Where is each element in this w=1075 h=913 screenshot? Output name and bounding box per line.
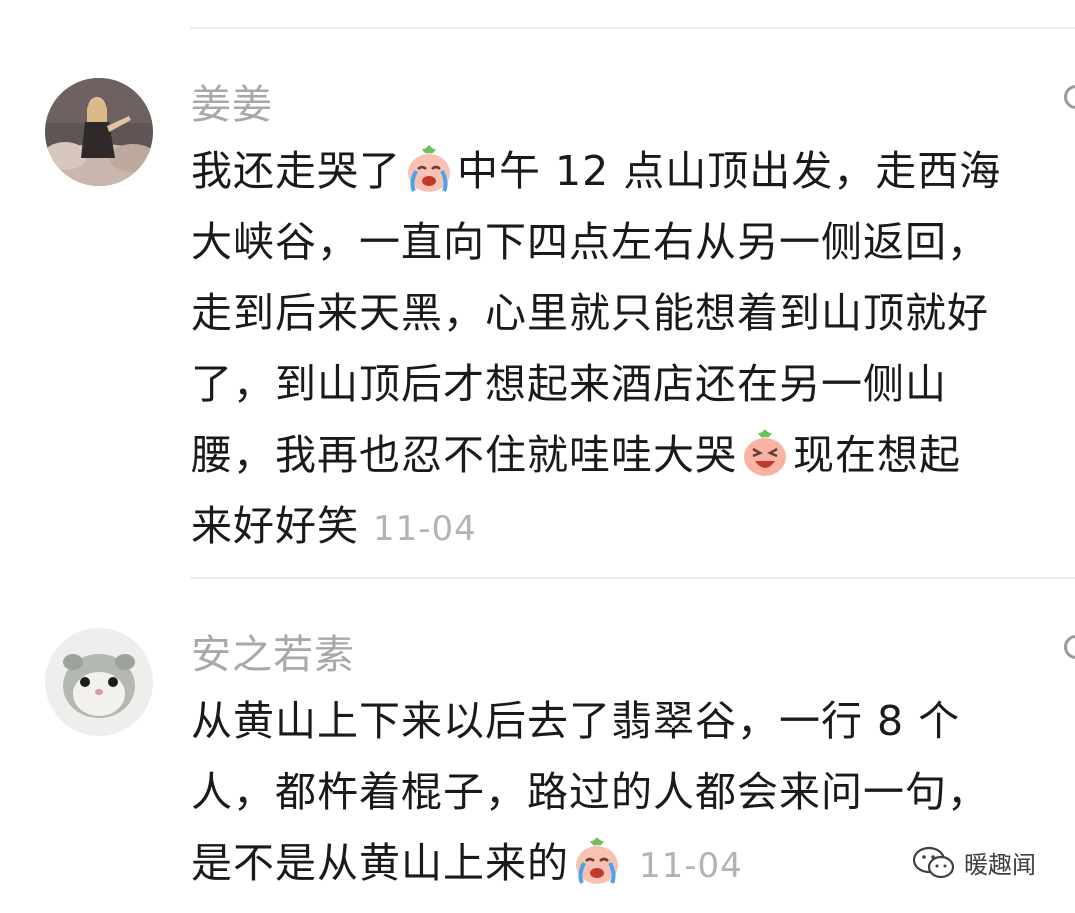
username[interactable]: 姜姜 xyxy=(191,79,273,131)
text-segment: 是不是从黄山上来的 xyxy=(191,839,569,887)
laughing-peach-emoji xyxy=(738,425,792,479)
text-segment: 我还走哭了 xyxy=(191,147,401,195)
comment-timestamp: 11-04 xyxy=(639,846,743,886)
text-segment: 现在想起 xyxy=(793,431,961,479)
comment-line: 走到后来天黑，心里就只能想着到山顶就好 xyxy=(191,289,989,337)
user-photo-woman-sitting-icon xyxy=(45,78,153,186)
watermark: 暖趣闻 xyxy=(912,845,1036,880)
comment-line: 了，到山顶后才想起来酒店还在另一侧山 xyxy=(191,360,947,408)
user-avatar[interactable] xyxy=(45,78,153,186)
user-avatar[interactable] xyxy=(45,628,153,736)
comment-line: 人，都杵着棍子，路过的人都会来问一句， xyxy=(191,768,989,816)
comment-line: 腰，我再也忍不住就哇哇大哭 现在想起 xyxy=(191,420,1036,491)
crying-peach-emoji xyxy=(402,141,456,195)
wechat-official-account-icon xyxy=(912,846,955,878)
text-segment: 来好好笑 xyxy=(191,502,359,550)
comment-line: 是不是从黄山上来的 11-04 xyxy=(191,828,1036,899)
comment-line: 从黄山上下来以后去了翡翠谷，一行 8 个 xyxy=(191,697,961,745)
comment-text: 从黄山上下来以后去了翡翠谷，一行 8 个 人，都杵着棍子，路过的人都会来问一句，… xyxy=(191,686,1036,899)
comment-line: 大峡谷，一直向下四点左右从另一侧返回， xyxy=(191,218,989,266)
text-segment: 腰，我再也忍不住就哇哇大哭 xyxy=(191,431,737,479)
comment-timestamp: 11-04 xyxy=(373,509,477,549)
comment-text: 我还走哭了 中午 12 点山顶出发，走西海 大峡谷，一直向下四点左右从另一侧返回，… xyxy=(191,136,1036,562)
crying-peach-emoji xyxy=(570,833,624,887)
more-options-icon[interactable] xyxy=(1064,85,1075,109)
user-photo-hamster-toy-icon xyxy=(45,628,153,736)
comment-divider xyxy=(190,577,1075,579)
username[interactable]: 安之若素 xyxy=(191,629,355,681)
top-divider xyxy=(190,27,1075,29)
more-options-icon[interactable] xyxy=(1064,635,1075,659)
comment-line: 我还走哭了 中午 12 点山顶出发，走西海 xyxy=(191,136,1036,207)
comment-line: 来好好笑 11-04 xyxy=(191,491,1036,562)
text-segment: 中午 12 点山顶出发，走西海 xyxy=(457,147,1002,195)
watermark-text: 暖趣闻 xyxy=(964,851,1036,879)
